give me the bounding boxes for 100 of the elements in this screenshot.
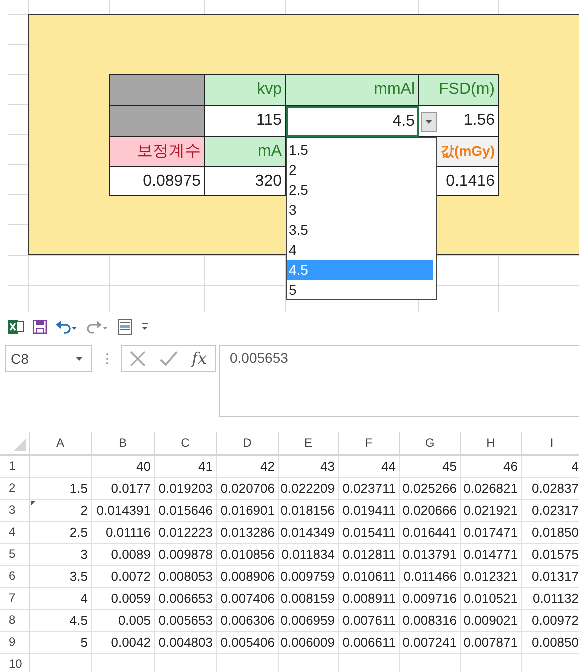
- row-header[interactable]: 7: [0, 588, 30, 610]
- table-cell: 0.008159: [279, 588, 339, 610]
- table-cell: 0.009021: [461, 610, 522, 632]
- row-header[interactable]: 1: [0, 456, 30, 478]
- table-cell: 0.016441: [400, 522, 461, 544]
- table-cell: 0.014391: [92, 500, 155, 522]
- row-header[interactable]: 8: [0, 610, 30, 632]
- table-cell: 40: [92, 456, 155, 478]
- table-cell: 0.0059: [92, 588, 155, 610]
- column-header[interactable]: I: [522, 432, 579, 456]
- table-cell: 0.010521: [461, 588, 522, 610]
- table-cell: 0.008316: [400, 610, 461, 632]
- table-cell: 3.5: [30, 566, 92, 588]
- table-cell: 0.00972: [522, 610, 579, 632]
- table-cell: 44: [339, 456, 400, 478]
- spreadsheet-app-icon[interactable]: [8, 319, 24, 335]
- dropdown-option[interactable]: 3: [287, 200, 433, 220]
- table-cell: 0.006611: [339, 632, 400, 654]
- table-cell: 0.015411: [339, 522, 400, 544]
- table-cell: 0.0177: [92, 478, 155, 500]
- table-cell: 0.0042: [92, 632, 155, 654]
- dropdown-arrow-button[interactable]: [421, 112, 437, 132]
- table-cell: 320: [205, 167, 286, 196]
- table-cell: 0.009716: [400, 588, 461, 610]
- row-header[interactable]: 2: [0, 478, 30, 500]
- column-header[interactable]: G: [400, 432, 461, 456]
- row-header[interactable]: 6: [0, 566, 30, 588]
- row-header[interactable]: 4: [0, 522, 30, 544]
- table-cell: 4: [30, 588, 92, 610]
- table-cell: 0.012223: [155, 522, 217, 544]
- column-header[interactable]: D: [217, 432, 279, 456]
- header-cell: 보정계수: [110, 137, 205, 167]
- table-cell: 0.08975: [110, 167, 205, 196]
- grip-icon: [106, 353, 109, 365]
- table-cell: 45: [400, 456, 461, 478]
- column-header[interactable]: C: [155, 432, 217, 456]
- table-cell: 0.019411: [339, 500, 400, 522]
- table-cell: 0.005653: [155, 610, 217, 632]
- table-cell: 0.013286: [217, 522, 279, 544]
- header-cell: mA: [205, 137, 286, 167]
- column-header[interactable]: F: [339, 432, 400, 456]
- table-cell: 0.006306: [217, 610, 279, 632]
- table-cell: 0.020666: [400, 500, 461, 522]
- table-cell: 41: [155, 456, 217, 478]
- table-cell: 0.010611: [339, 566, 400, 588]
- table-cell: 0.007611: [339, 610, 400, 632]
- row-header[interactable]: 9: [0, 632, 30, 654]
- dropdown-option[interactable]: 3.5: [287, 220, 433, 240]
- column-header[interactable]: B: [92, 432, 155, 456]
- table-cell: 0.0089: [92, 544, 155, 566]
- redo-icon[interactable]: [87, 320, 109, 334]
- caret-icon: [76, 356, 83, 360]
- name-box[interactable]: C8: [5, 345, 92, 372]
- column-header[interactable]: A: [30, 432, 92, 456]
- check-icon[interactable]: [160, 350, 178, 366]
- table-cell: 1.5: [30, 478, 92, 500]
- undo-icon[interactable]: [56, 320, 78, 334]
- table-cell[interactable]: 4.5: [286, 106, 419, 137]
- table-cell: 0.01575: [522, 544, 579, 566]
- formula-field[interactable]: 0.005653: [219, 345, 579, 417]
- table-cell: 0.011834: [279, 544, 339, 566]
- table-cell: 0.017471: [461, 522, 522, 544]
- table-cell: 43: [279, 456, 339, 478]
- customize-caret-icon[interactable]: [141, 322, 149, 332]
- table-cell: 0.010856: [217, 544, 279, 566]
- table-cell: 0.019203: [155, 478, 217, 500]
- table-cell: 0.01132: [522, 588, 579, 610]
- insert-function-button[interactable]: fx: [192, 349, 207, 368]
- row-header[interactable]: 5: [0, 544, 30, 566]
- form-icon[interactable]: [118, 319, 132, 335]
- header-cell: mmAl: [286, 75, 419, 106]
- row-header[interactable]: 10: [0, 654, 30, 672]
- table-cell: 0.008906: [217, 566, 279, 588]
- dropdown-option[interactable]: 4: [287, 240, 433, 260]
- table-cell: 0.009759: [279, 566, 339, 588]
- table-cell: 0.009878: [155, 544, 217, 566]
- header-cell: FSD(m): [419, 75, 499, 106]
- table-cell: 0.015646: [155, 500, 217, 522]
- table-cell: 5: [30, 632, 92, 654]
- table-cell: 0.022209: [279, 478, 339, 500]
- table-cell: 0.018156: [279, 500, 339, 522]
- table-cell: 115: [205, 106, 286, 137]
- save-icon[interactable]: [33, 320, 47, 334]
- table-cell: 0.006959: [279, 610, 339, 632]
- table-cell: 0.008053: [155, 566, 217, 588]
- table-cell: 0.013791: [400, 544, 461, 566]
- column-header[interactable]: H: [461, 432, 522, 456]
- column-header[interactable]: E: [279, 432, 339, 456]
- table-cell: 2.5: [30, 522, 92, 544]
- table-cell: 0.007871: [461, 632, 522, 654]
- table-cell: 4.5: [30, 610, 92, 632]
- header-cell: kvp: [205, 75, 286, 106]
- table-cell: 0.014771: [461, 544, 522, 566]
- table-cell: 0.007406: [217, 588, 279, 610]
- table-cell: 0.006653: [155, 588, 217, 610]
- dropdown-option[interactable]: 5: [287, 280, 433, 300]
- row-header[interactable]: 3: [0, 500, 30, 522]
- dropdown-list[interactable]: 1.5 2 2.5 3 3.5 4 4.5 5: [286, 137, 437, 300]
- table-cell: 0.004803: [155, 632, 217, 654]
- table-cell: 0.00850: [522, 632, 579, 654]
